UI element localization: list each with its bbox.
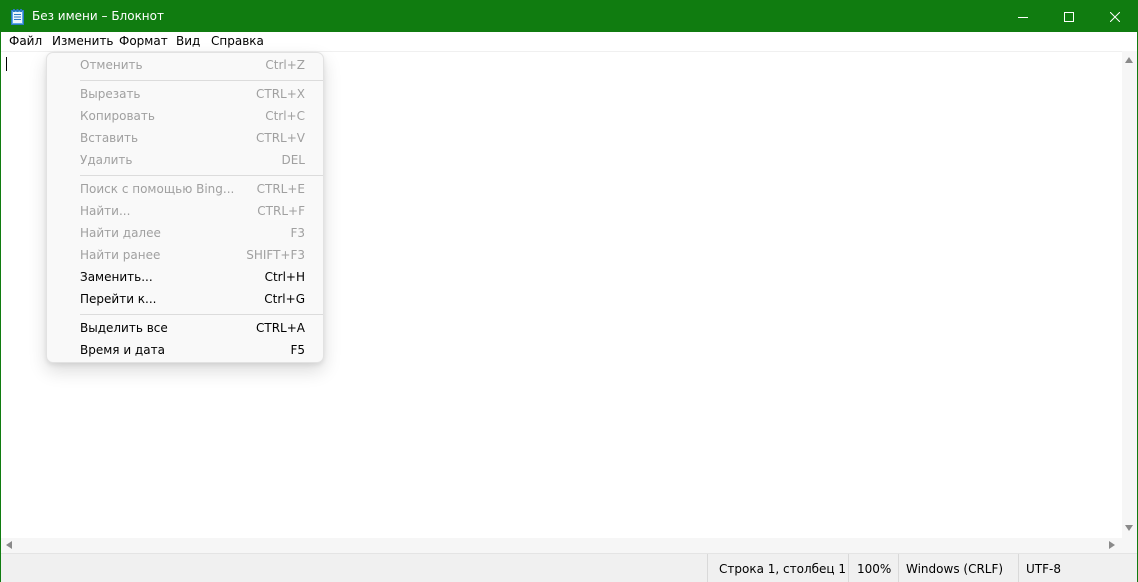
menu-item-shortcut: CTRL+F — [257, 204, 305, 218]
menu-item-shortcut: Ctrl+C — [265, 109, 305, 123]
scrollbar-corner — [1122, 538, 1137, 553]
maximize-icon — [1064, 11, 1074, 22]
text-caret — [6, 57, 7, 71]
maximize-button[interactable] — [1046, 1, 1092, 32]
status-cursor-position: Строка 1, столбец 1 — [707, 554, 848, 582]
status-bar: Строка 1, столбец 1 100% Windows (CRLF) … — [1, 553, 1137, 582]
menu-item-label: Отменить — [80, 58, 143, 72]
horizontal-scrollbar[interactable] — [1, 538, 1122, 553]
menu-item-replace[interactable]: Заменить... Ctrl+H — [47, 266, 323, 288]
menu-item-label: Вставить — [80, 131, 139, 145]
menu-item-undo[interactable]: Отменить Ctrl+Z — [47, 54, 323, 76]
menu-item-shortcut: CTRL+E — [256, 182, 305, 196]
menu-edit[interactable]: Изменить — [52, 34, 114, 48]
menu-item-select-all[interactable]: Выделить все CTRL+A — [47, 317, 323, 339]
status-encoding: UTF-8 — [1018, 554, 1137, 582]
menu-format[interactable]: Формат — [119, 34, 168, 48]
menu-item-label: Найти... — [80, 204, 131, 218]
close-icon — [1110, 11, 1120, 22]
menu-item-shortcut: Ctrl+G — [264, 292, 305, 306]
menu-bar: Файл Изменить Формат Вид Справка — [1, 32, 1137, 51]
menu-help[interactable]: Справка — [211, 34, 264, 48]
status-line-endings: Windows (CRLF) — [898, 554, 1018, 582]
menu-item-shortcut: F3 — [290, 226, 305, 240]
menu-item-find-next[interactable]: Найти далее F3 — [47, 222, 323, 244]
edit-menu-dropdown: Отменить Ctrl+Z Вырезать CTRL+X Копирова… — [46, 52, 324, 363]
menu-item-shortcut: Ctrl+Z — [265, 58, 305, 72]
title-bar[interactable]: Без имени – Блокнот — [1, 1, 1137, 32]
minimize-icon — [1018, 16, 1028, 18]
menu-item-copy[interactable]: Копировать Ctrl+C — [47, 105, 323, 127]
window-title: Без имени – Блокнот — [32, 9, 164, 23]
menu-item-find-previous[interactable]: Найти ранее SHIFT+F3 — [47, 244, 323, 266]
menu-item-shortcut: F5 — [290, 343, 305, 357]
menu-item-shortcut: CTRL+X — [255, 87, 305, 101]
notepad-app-icon — [11, 9, 24, 25]
menu-item-shortcut: SHIFT+F3 — [246, 248, 305, 262]
menu-item-label: Поиск с помощью Bing... — [80, 182, 235, 196]
menu-item-cut[interactable]: Вырезать CTRL+X — [47, 83, 323, 105]
menu-item-find[interactable]: Найти... CTRL+F — [47, 200, 323, 222]
menu-item-label: Найти ранее — [80, 248, 161, 262]
menu-item-go-to[interactable]: Перейти к... Ctrl+G — [47, 288, 323, 310]
scroll-left-arrow-icon[interactable] — [6, 541, 12, 549]
menu-item-delete[interactable]: Удалить DEL — [47, 149, 323, 171]
menu-view[interactable]: Вид — [176, 34, 200, 48]
notepad-window: Без имени – Блокнот Файл Изменить Формат… — [0, 0, 1138, 582]
menu-file[interactable]: Файл — [9, 34, 42, 48]
minimize-button[interactable] — [1000, 1, 1046, 32]
menu-item-label: Удалить — [80, 153, 133, 167]
menu-item-time-date[interactable]: Время и дата F5 — [47, 339, 323, 361]
scroll-down-arrow-icon[interactable] — [1125, 525, 1133, 531]
menu-item-label: Заменить... — [80, 270, 153, 284]
menu-item-label: Время и дата — [80, 343, 165, 357]
menu-item-label: Вырезать — [80, 87, 141, 101]
vertical-scrollbar[interactable] — [1122, 51, 1137, 538]
menu-item-shortcut: CTRL+V — [256, 131, 305, 145]
menu-item-bing-search[interactable]: Поиск с помощью Bing... CTRL+E — [47, 178, 323, 200]
menu-item-label: Найти далее — [80, 226, 161, 240]
scroll-right-arrow-icon[interactable] — [1109, 541, 1115, 549]
menu-item-label: Выделить все — [80, 321, 168, 335]
status-zoom: 100% — [848, 554, 898, 582]
menu-item-label: Перейти к... — [80, 292, 157, 306]
menu-separator — [80, 175, 323, 176]
menu-item-paste[interactable]: Вставить CTRL+V — [47, 127, 323, 149]
menu-item-label: Копировать — [80, 109, 155, 123]
menu-item-shortcut: DEL — [281, 153, 305, 167]
menu-separator — [80, 314, 323, 315]
menu-separator — [80, 80, 323, 81]
close-button[interactable] — [1092, 1, 1138, 32]
menu-item-shortcut: CTRL+A — [256, 321, 305, 335]
menu-item-shortcut: Ctrl+H — [264, 270, 305, 284]
scroll-up-arrow-icon[interactable] — [1125, 57, 1133, 63]
